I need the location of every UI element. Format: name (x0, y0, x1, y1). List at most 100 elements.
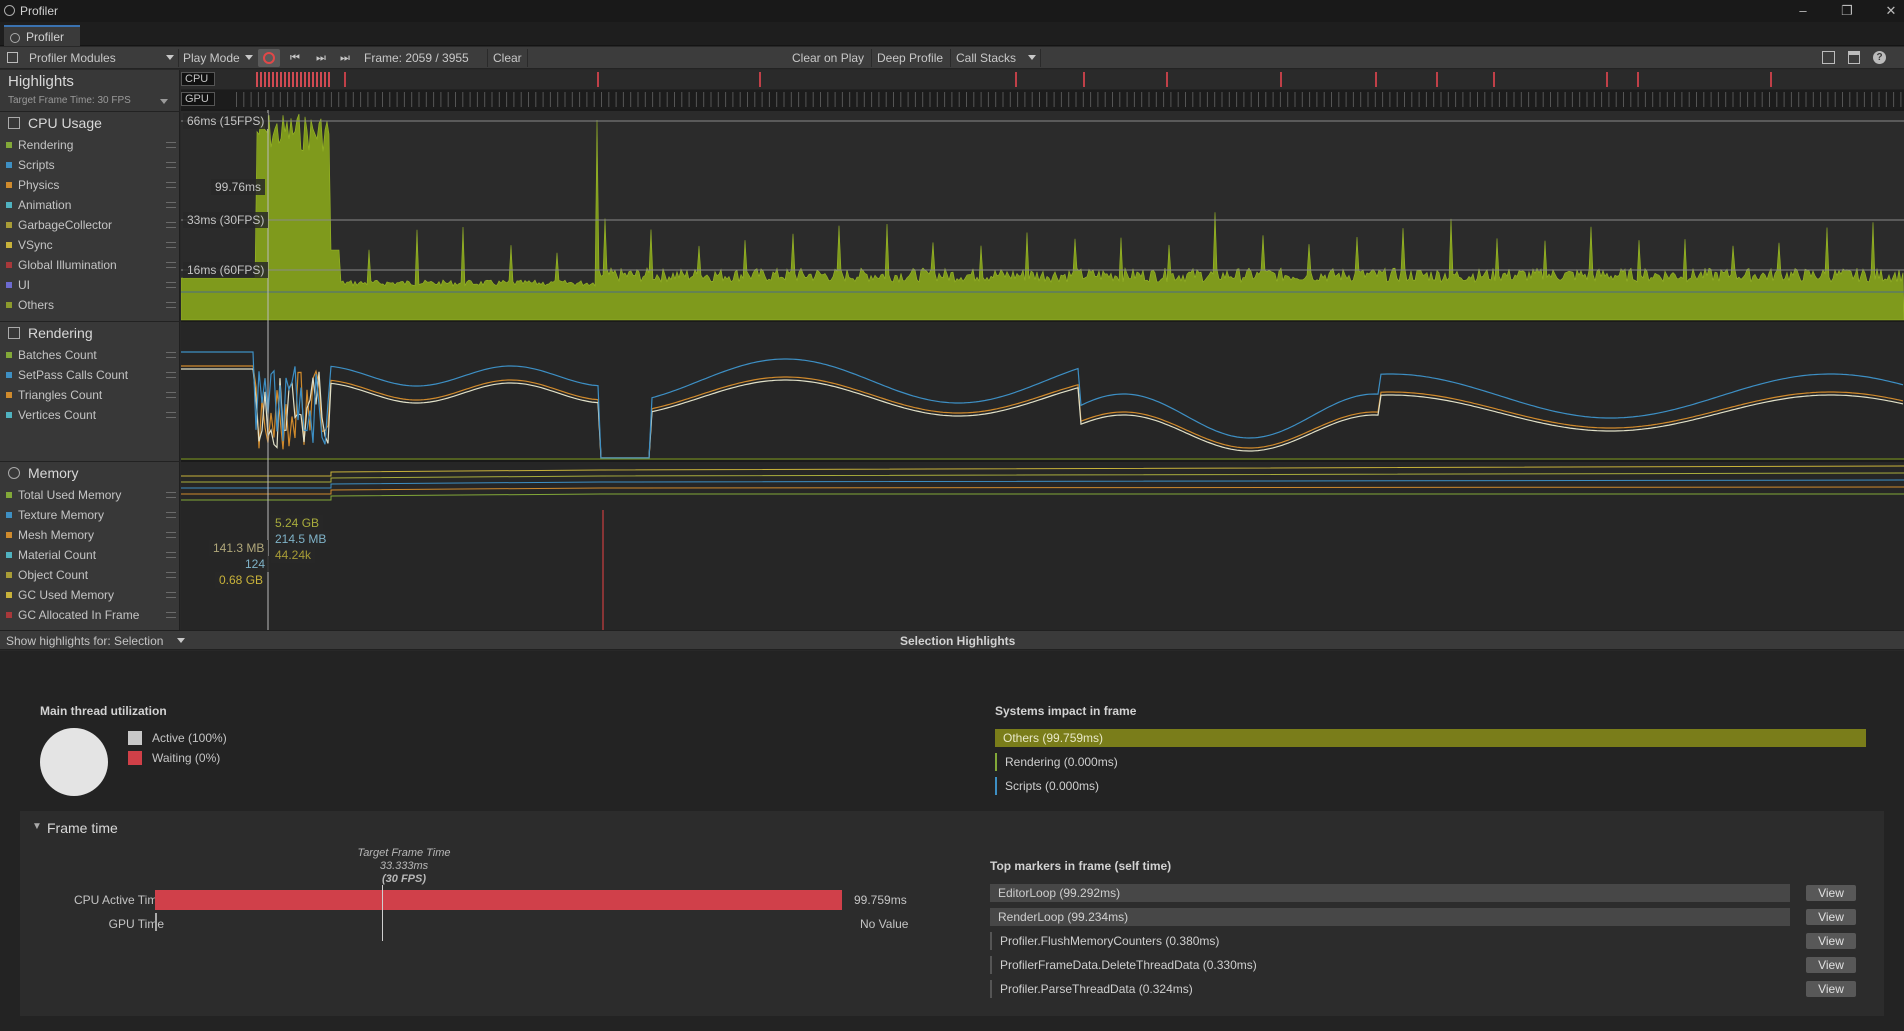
cpu-legend-item[interactable]: Others (6, 296, 54, 314)
foldout-arrow-icon[interactable]: ▼ (32, 821, 42, 832)
memory-legend-item[interactable]: Mesh Memory (6, 526, 94, 544)
minimize-icon[interactable]: – (1792, 2, 1814, 20)
current-frame-icon[interactable]: ⏭ (340, 47, 350, 69)
legend-label: Physics (18, 178, 60, 192)
drag-handle-icon[interactable] (166, 372, 176, 378)
call-stacks-button[interactable]: Call Stacks (956, 47, 1016, 69)
profiler-modules-dropdown[interactable]: Profiler Modules (29, 47, 116, 69)
cpu-legend-item[interactable]: UI (6, 276, 30, 294)
view-marker-button[interactable]: View (1806, 909, 1856, 925)
view-marker-button[interactable]: View (1806, 933, 1856, 949)
memory-legend-item[interactable]: GC Used Memory (6, 586, 114, 604)
toolbar-divider (178, 49, 179, 67)
gpu-frame-tick (608, 92, 610, 107)
legend-swatch (6, 352, 12, 358)
drag-handle-icon[interactable] (166, 512, 176, 518)
cpu-legend-item[interactable]: Global Illumination (6, 256, 117, 274)
gpu-frame-tick (732, 92, 734, 107)
gpu-frame-tick (1608, 92, 1610, 107)
cpu-legend-item[interactable]: Scripts (6, 156, 55, 174)
next-frame-icon[interactable]: ⏭ (316, 47, 326, 69)
memory-legend-item[interactable]: GC Allocated In Frame (6, 606, 139, 624)
rendering-legend-item[interactable]: Vertices Count (6, 406, 96, 424)
deep-profile-button[interactable]: Deep Profile (877, 47, 943, 69)
clear-on-play-button[interactable]: Clear on Play (792, 47, 864, 69)
rendering-legend-item[interactable]: Batches Count (6, 346, 97, 364)
target-frame-time-dropdown[interactable]: Target Frame Time: 30 FPS (8, 95, 131, 106)
drag-handle-icon[interactable] (166, 352, 176, 358)
drag-handle-icon[interactable] (166, 282, 176, 288)
previous-frame-icon[interactable]: ⏮ (290, 47, 300, 69)
drag-handle-icon[interactable] (166, 142, 176, 148)
gpu-frame-tick (1009, 92, 1011, 107)
gpu-frame-tick (747, 92, 748, 107)
gpu-frame-tick (1506, 92, 1508, 107)
drag-handle-icon[interactable] (166, 182, 176, 188)
gpu-frame-tick (1637, 92, 1639, 107)
gpu-frame-tick (1309, 92, 1311, 107)
rendering-legend-item[interactable]: SetPass Calls Count (6, 366, 128, 384)
restore-icon[interactable]: ❐ (1836, 2, 1858, 20)
cpu-spike-marker (344, 72, 346, 87)
legend-swatch (6, 572, 12, 578)
frame-time-title[interactable]: Frame time (47, 820, 118, 836)
rendering-title[interactable]: Rendering (8, 325, 93, 341)
drag-handle-icon[interactable] (166, 392, 176, 398)
memory-legend-item[interactable]: Total Used Memory (6, 486, 121, 504)
view-marker-button[interactable]: View (1806, 981, 1856, 997)
gpu-frame-tick (1739, 92, 1741, 107)
profiler-charts[interactable]: CPU GPU 66ms (15FPS) 33ms (30FPS) 16ms (… (181, 70, 1904, 630)
gpu-frame-tick (1462, 92, 1464, 107)
gpu-time-label: GPU Time (108, 917, 164, 931)
drag-handle-icon[interactable] (166, 592, 176, 598)
drag-handle-icon[interactable] (166, 412, 176, 418)
view-marker-button[interactable]: View (1806, 957, 1856, 973)
view-marker-button[interactable]: View (1806, 885, 1856, 901)
memory-value: 214.5 MB (271, 531, 331, 547)
drag-handle-icon[interactable] (166, 572, 176, 578)
gpu-frame-tick (681, 92, 683, 107)
drag-handle-icon[interactable] (166, 162, 176, 168)
load-icon[interactable] (1822, 51, 1835, 64)
drag-handle-icon[interactable] (166, 492, 176, 498)
cpu-legend-item[interactable]: Physics (6, 176, 59, 194)
selection-details: Main thread utilization Active (100%) Wa… (0, 651, 1904, 1031)
play-mode-dropdown[interactable]: Play Mode (183, 47, 240, 69)
panel-toggle-icon[interactable] (7, 52, 18, 63)
memory-legend-item[interactable]: Texture Memory (6, 506, 104, 524)
cpu-legend-item[interactable]: Animation (6, 196, 71, 214)
memory-icon (8, 467, 20, 479)
drag-handle-icon[interactable] (166, 262, 176, 268)
drag-handle-icon[interactable] (166, 532, 176, 538)
gpu-frame-tick (593, 92, 595, 107)
show-highlights-dropdown[interactable]: Show highlights for: Selection (6, 634, 163, 648)
cpu-legend-item[interactable]: Rendering (6, 136, 73, 154)
record-button[interactable] (258, 49, 280, 67)
drag-handle-icon[interactable] (166, 222, 176, 228)
cpu-legend-item[interactable]: GarbageCollector (6, 216, 112, 234)
gpu-frame-tick (1520, 92, 1522, 107)
gpu-frame-tick (1185, 92, 1186, 107)
drag-handle-icon[interactable] (166, 202, 176, 208)
memory-legend-item[interactable]: Material Count (6, 546, 96, 564)
cpu-active-label: CPU Active Time (73, 893, 164, 907)
memory-title[interactable]: Memory (8, 465, 79, 481)
tab-profiler[interactable]: Profiler (4, 25, 80, 46)
gpu-time-bar (155, 913, 157, 931)
cpu-legend-item[interactable]: VSync (6, 236, 53, 254)
clear-button[interactable]: Clear (493, 47, 522, 69)
cpu-usage-title[interactable]: CPU Usage (8, 115, 102, 131)
memory-legend-item[interactable]: Object Count (6, 566, 88, 584)
memory-value: 5.24 GB (271, 515, 324, 531)
close-icon[interactable]: ✕ (1880, 2, 1902, 20)
legend-swatch (6, 412, 12, 418)
save-icon[interactable] (1848, 51, 1860, 64)
rendering-legend-item[interactable]: Triangles Count (6, 386, 102, 404)
drag-handle-icon[interactable] (166, 612, 176, 618)
gpu-frame-tick (717, 92, 719, 107)
charts-svg[interactable] (181, 70, 1904, 630)
drag-handle-icon[interactable] (166, 302, 176, 308)
drag-handle-icon[interactable] (166, 242, 176, 248)
help-icon[interactable]: ? (1873, 51, 1886, 64)
drag-handle-icon[interactable] (166, 552, 176, 558)
